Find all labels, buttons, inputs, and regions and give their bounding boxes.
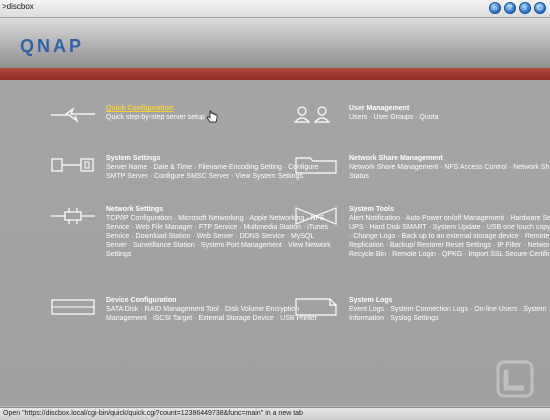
- logout-icon[interactable]: ⏻: [534, 2, 546, 14]
- menu-network-share-management[interactable]: Network Share Management Network Share M…: [295, 154, 550, 181]
- breadcrumb: >discbox: [2, 2, 34, 11]
- drive-icon: [49, 296, 97, 318]
- system-logs-desc: Event Logs · System Connection Logs · On…: [349, 306, 547, 322]
- menu-system-logs[interactable]: System Logs Event Logs · System Connecti…: [295, 296, 550, 323]
- network-share-title[interactable]: Network Share Management: [349, 154, 550, 163]
- menu-user-management[interactable]: User Management Users · User Groups · Qu…: [293, 104, 550, 123]
- folder-icon: [292, 154, 340, 176]
- window-titlebar: >discbox ⌂ ? i ⏻: [0, 0, 550, 18]
- home-icon[interactable]: ⌂: [489, 2, 501, 14]
- users-icon: [292, 104, 340, 126]
- status-bar: Open "https://discbox.local/cgi-bin/quic…: [0, 407, 550, 420]
- header-banner: QNAP: [0, 18, 550, 68]
- info-icon[interactable]: i: [519, 2, 531, 14]
- system-tools-title[interactable]: System Tools: [349, 205, 550, 214]
- network-share-desc: Network Share Management · NFS Access Co…: [349, 164, 550, 180]
- watermark-logo-icon: [492, 356, 538, 402]
- lightning-icon: [49, 104, 97, 126]
- menu-system-tools[interactable]: System Tools Alert Notification · Auto P…: [295, 205, 550, 259]
- tools-icon: [292, 205, 340, 227]
- hand-cursor-icon: [206, 110, 218, 124]
- log-page-icon: [292, 296, 340, 318]
- system-logs-title[interactable]: System Logs: [349, 296, 550, 305]
- top-icon-group: ⌂ ? i ⏻: [489, 2, 546, 14]
- qnap-logo: QNAP: [20, 36, 85, 56]
- status-text: Open "https://discbox.local/cgi-bin/quic…: [3, 410, 303, 417]
- network-connector-icon: [49, 205, 97, 227]
- system-tools-desc: Alert Notification · Auto Power on/off M…: [349, 215, 550, 258]
- user-management-desc: Users · User Groups · Quota: [349, 114, 439, 121]
- wrench-icon: [49, 154, 97, 176]
- user-management-title[interactable]: User Management: [349, 104, 550, 113]
- red-divider-band: [0, 68, 550, 80]
- help-icon[interactable]: ?: [504, 2, 516, 14]
